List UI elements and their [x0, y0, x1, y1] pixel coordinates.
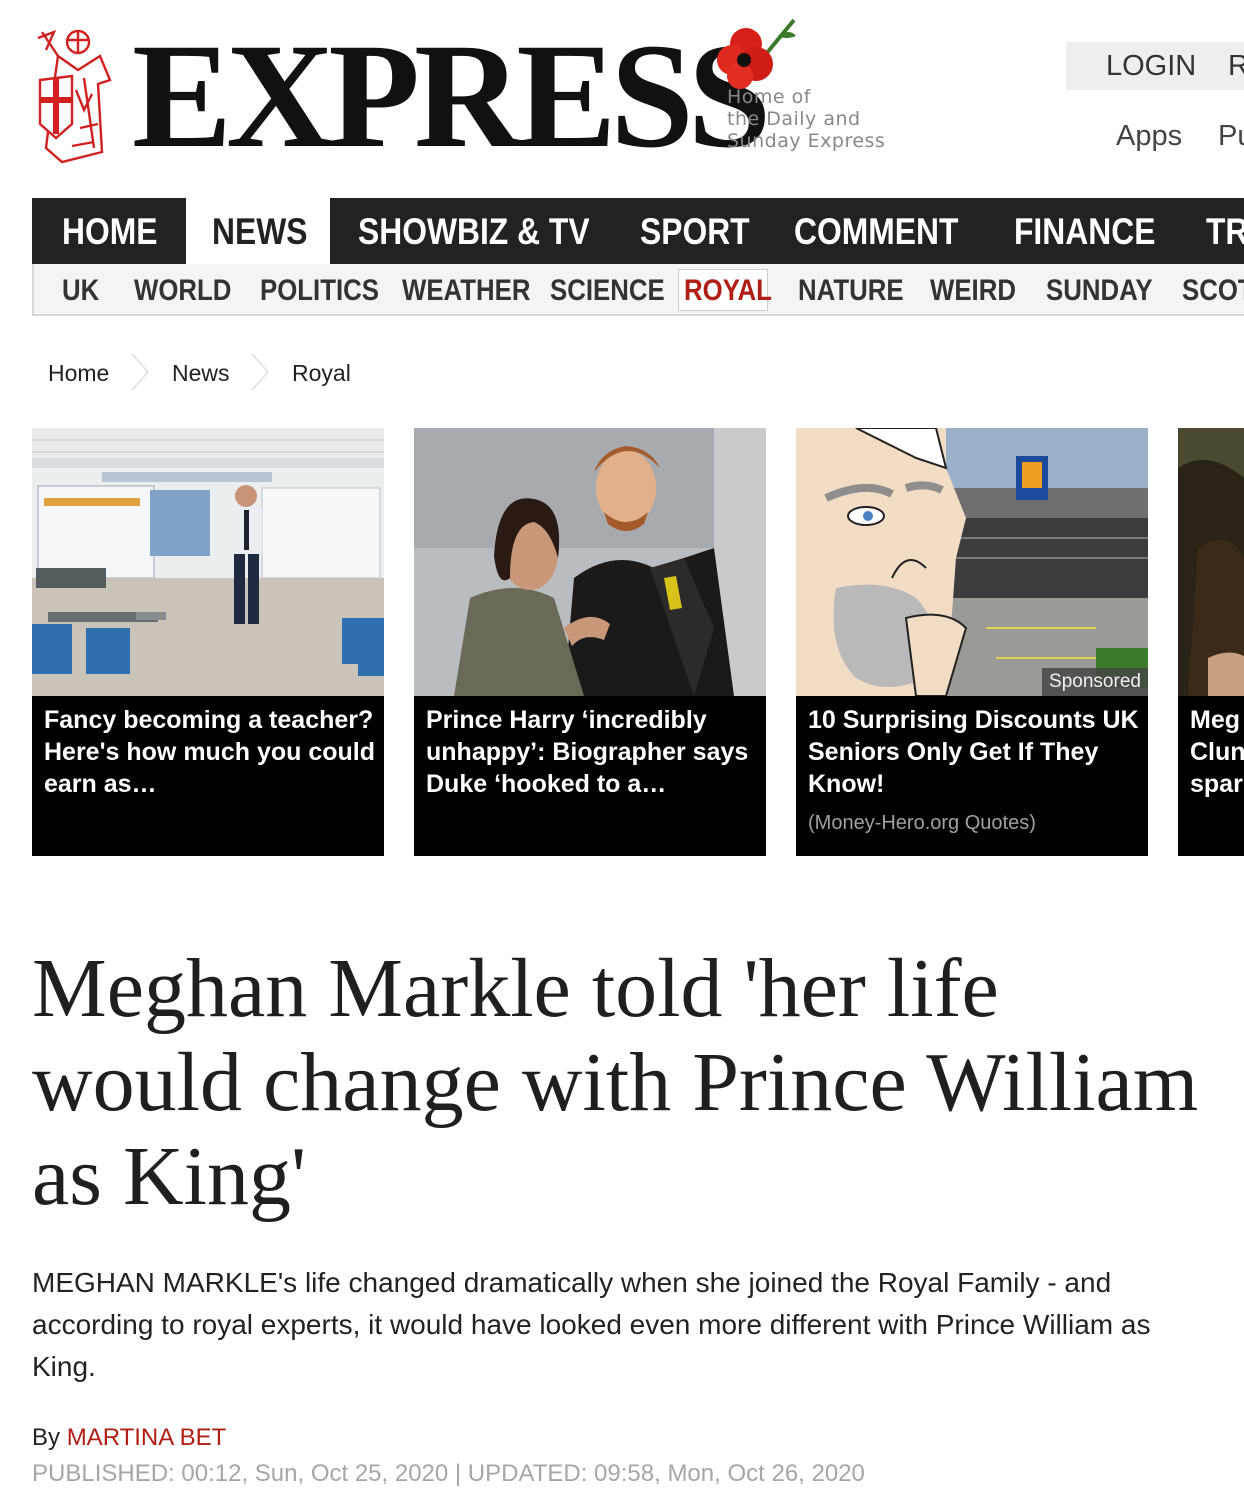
classroom-teacher-photo [32, 428, 384, 696]
main-nav: HOME NEWS SHOWBIZ & TV SPORT COMMENT FIN… [32, 198, 1244, 264]
breadcrumb-royal[interactable]: Royal [292, 360, 351, 387]
breadcrumb-home[interactable]: Home [48, 360, 109, 387]
express-wordmark: EXPRESS [132, 13, 771, 179]
recommended-card[interactable]: Fancy becoming a teacher? Here's how muc… [32, 428, 384, 856]
tagline-line: Sunday Express [727, 130, 886, 152]
crusader-knight-icon [37, 29, 112, 164]
article-standfirst: MEGHAN MARKLE's life changed dramaticall… [32, 1267, 1151, 1382]
tagline-line: the Daily and [727, 108, 861, 130]
card-title-line: Meg [1190, 706, 1240, 734]
chevron-right-icon [251, 353, 270, 391]
byline-label: By [32, 1424, 61, 1451]
apps-link[interactable]: Apps [1116, 120, 1182, 153]
card-title-line: Clun [1190, 738, 1244, 766]
subnav-uk[interactable]: UK [62, 264, 99, 314]
breadcrumb-news[interactable]: News [172, 360, 230, 387]
subnav-politics[interactable]: POLITICS [260, 264, 379, 314]
subnav-nature[interactable]: NATURE [798, 264, 904, 314]
article-headline: Meghan Markle told 'her life would chang… [32, 942, 1199, 1223]
card-title: Prince Harry ‘incredibly unhappy’: Biogr… [426, 706, 749, 798]
subnav-weird[interactable]: WEIRD [930, 264, 1016, 314]
subnav-world[interactable]: WORLD [134, 264, 231, 314]
account-bar: LOGIN R [1066, 42, 1244, 90]
publish-dates: PUBLISHED: 00:12, Sun, Oct 25, 2020 | UP… [32, 1460, 865, 1487]
sponsored-badge: Sponsored [1042, 668, 1148, 696]
poppy-icon [717, 18, 796, 89]
masthead-tagline: Home of the Daily and Sunday Express [727, 86, 907, 152]
nav-home[interactable]: HOME [62, 198, 157, 264]
chevron-right-icon [131, 353, 150, 391]
subnav-science[interactable]: SCIENCE [550, 264, 665, 314]
nav-news[interactable]: NEWS [212, 198, 307, 264]
harry-meghan-photo [414, 428, 766, 696]
supermarket-cartoon-ad: Sponsored [796, 428, 1148, 696]
recommended-card[interactable]: Prince Harry ‘incredibly unhappy’: Biogr… [414, 428, 766, 856]
nav-showbiz-tv[interactable]: SHOWBIZ & TV [358, 198, 590, 264]
register-link[interactable]: R [1228, 50, 1244, 83]
nav-travel[interactable]: TR [1206, 198, 1244, 264]
subnav-weather[interactable]: WEATHER [402, 264, 531, 314]
card-title-line: spar [1190, 770, 1243, 798]
nav-sport[interactable]: SPORT [640, 198, 750, 264]
subnav-sunday[interactable]: SUNDAY [1046, 264, 1153, 314]
partial-photo [1178, 428, 1244, 696]
puzzles-link[interactable]: Pu [1218, 120, 1244, 153]
card-title: Meg Clun spar [1190, 704, 1244, 800]
byline: By MARTINA BET [32, 1424, 226, 1452]
nav-finance[interactable]: FINANCE [1014, 198, 1155, 264]
card-title: 10 Surprising Discounts UK Seniors Only … [808, 706, 1139, 798]
tagline-line: Home of [727, 86, 811, 108]
sponsored-card[interactable]: Sponsored 10 Surprising Discounts UK Sen… [796, 428, 1148, 856]
sponsor-source: (Money-Hero.org Quotes) [808, 812, 1036, 834]
author-link[interactable]: MARTINA BET [67, 1424, 227, 1451]
subnav-royal[interactable]: ROYAL [684, 264, 772, 314]
sub-nav: UK WORLD POLITICS WEATHER SCIENCE ROYAL … [32, 264, 1244, 316]
nav-comment[interactable]: COMMENT [794, 198, 958, 264]
login-link[interactable]: LOGIN [1106, 50, 1196, 83]
subnav-scotland[interactable]: SCOTL [1182, 264, 1244, 314]
card-title: Fancy becoming a teacher? Here's how muc… [44, 706, 375, 798]
recommended-card[interactable]: Meg Clun spar [1178, 428, 1244, 856]
